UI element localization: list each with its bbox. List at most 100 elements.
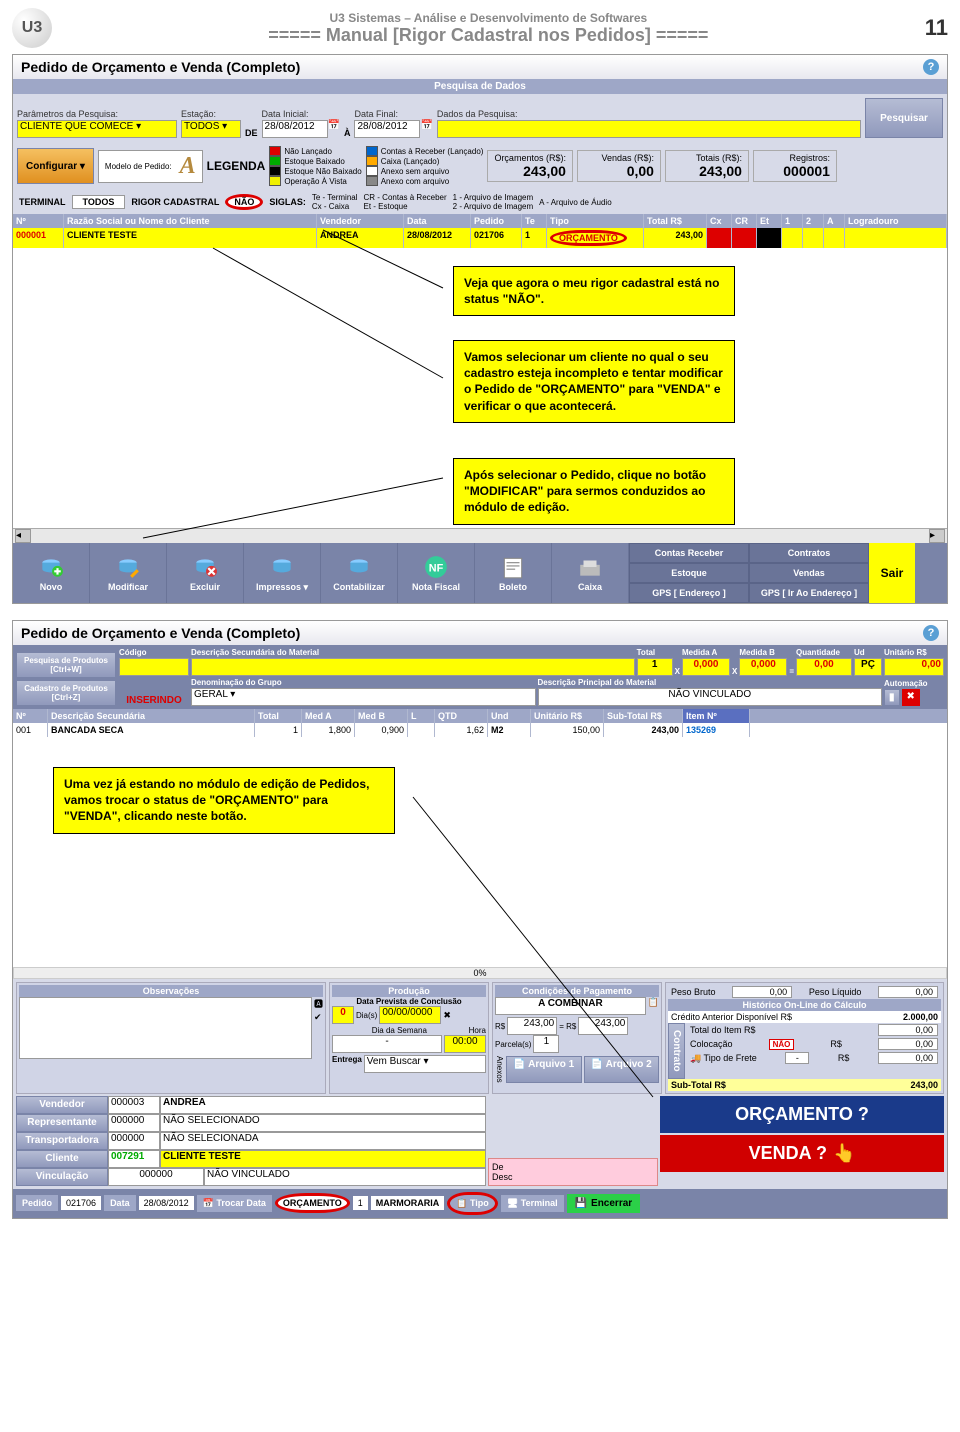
medida-a-input[interactable]: 0,000 — [682, 658, 730, 676]
excluir-button[interactable]: Excluir — [167, 543, 244, 603]
configurar-button[interactable]: Configurar ▾ — [17, 148, 94, 184]
terminal-button[interactable]: 🖥 Terminal — [501, 1195, 564, 1212]
status-marmoraria: MARMORARIA — [371, 1196, 445, 1210]
callout-3: Após selecionar o Pedido, clique no botã… — [453, 458, 735, 525]
calculo-panel: Peso Bruto0,00Peso Líquido0,00 Histórico… — [665, 982, 944, 1094]
u3-logo: U3 — [12, 8, 52, 48]
dias-input[interactable]: 0 — [332, 1006, 354, 1024]
item-row[interactable]: 001 BANCADA SECA 1 1,800 0,900 1,62 M2 1… — [13, 723, 947, 737]
vinculacao-field[interactable]: NÃO VINCULADO — [204, 1168, 486, 1186]
grupo-select[interactable]: GERAL ▾ — [191, 688, 536, 706]
nota-fiscal-button[interactable]: NFNota Fiscal — [398, 543, 475, 603]
cadastro-produtos-button[interactable]: Cadastro de Produtos [Ctrl+Z] — [16, 680, 116, 706]
scrollbar[interactable]: ◂▸ — [13, 528, 947, 543]
terminal-value[interactable]: TODOS — [72, 195, 126, 209]
obs-textarea[interactable] — [19, 997, 312, 1059]
total-input[interactable]: 1 — [637, 658, 673, 676]
entrega-select[interactable]: Vem Buscar ▾ — [364, 1055, 486, 1073]
ud-input[interactable]: PÇ — [854, 658, 882, 676]
pesquisa-header: Pesquisa de Dados — [13, 79, 947, 94]
stat-totais: Totais (R$):243,00 — [665, 150, 749, 182]
param-select[interactable]: CLIENTE QUE COMECE ▾ — [17, 120, 177, 138]
caixa-button[interactable]: Caixa — [552, 543, 629, 603]
contabilizar-button[interactable]: Contabilizar — [321, 543, 398, 603]
estacao-select[interactable]: TODOS ▾ — [181, 120, 241, 138]
venda-big-button[interactable]: VENDA ?👆 — [660, 1135, 944, 1172]
contratos-button[interactable]: Contratos — [749, 543, 869, 563]
header-subtitle: U3 Sistemas – Análise e Desenvolvimento … — [60, 11, 917, 25]
inserindo-label: INSERINDO — [119, 695, 189, 706]
font-icon[interactable]: 🅰 — [314, 997, 323, 1010]
modelo-a-icon: A — [180, 153, 196, 180]
dados-input[interactable] — [437, 120, 861, 138]
orcamento-big-button[interactable]: ORÇAMENTO ? — [660, 1096, 944, 1133]
novo-button[interactable]: Novo — [13, 543, 90, 603]
rigor-value[interactable]: NÃO — [225, 194, 263, 210]
calendar-icon[interactable]: 📅 — [420, 120, 432, 138]
window-title: Pedido de Orçamento e Venda (Completo) — [21, 59, 300, 75]
gps-ir-button[interactable]: GPS [ Ir Ao Endereço ] — [749, 583, 869, 603]
callout-1: Veja que agora o meu rigor cadastral est… — [453, 266, 735, 316]
contrato-button[interactable]: Contrato — [668, 1023, 685, 1079]
param-label: Parâmetros da Pesquisa: — [17, 109, 177, 119]
data-inicial-label: Data Inicial: — [262, 109, 340, 119]
arquivo2-button[interactable]: 📄 Arquivo 2 — [584, 1056, 660, 1083]
estoque-button[interactable]: Estoque — [629, 563, 749, 583]
automacao-scan-button[interactable]: ▮ — [884, 689, 900, 706]
medida-b-input[interactable]: 0,000 — [739, 658, 787, 676]
pagamento-panel: Condições de Pagamento A COMBINAR📋 R$243… — [492, 982, 662, 1094]
table-row[interactable]: 000001 CLIENTE TESTE ANDREA 28/08/2012 0… — [13, 228, 947, 248]
impressos-button[interactable]: Impressos ▾ — [244, 543, 321, 603]
spell-icon[interactable]: ✔ — [314, 1012, 323, 1023]
status-orcamento: ORÇAMENTO — [275, 1193, 350, 1213]
status-n: 1 — [353, 1196, 368, 1210]
representante-field[interactable]: NÃO SELECIONADO — [160, 1114, 486, 1132]
desc-label: Desc — [492, 1172, 654, 1182]
condicao-select[interactable]: A COMBINAR — [495, 997, 646, 1015]
vendedor-field[interactable]: ANDREA — [160, 1096, 486, 1114]
unitario-input[interactable]: 0,00 — [884, 658, 944, 676]
calendar-icon[interactable]: 📅 — [328, 120, 340, 138]
terminal-label: TERMINAL — [19, 197, 66, 207]
detail-icon[interactable]: 📋 — [648, 997, 659, 1015]
quantidade-input[interactable]: 0,00 — [796, 658, 852, 676]
callout-2: Vamos selecionar um cliente no qual o se… — [453, 340, 735, 423]
help-icon[interactable]: ? — [923, 625, 939, 641]
pointer-icon: 👆 — [833, 1143, 855, 1164]
clear-date-icon[interactable]: ✖ — [443, 1010, 451, 1021]
hora-input[interactable]: 00:00 — [444, 1035, 486, 1053]
toolbar: Novo Modificar Excluir Impressos ▾ Conta… — [13, 543, 947, 603]
legend-col-1: Não Lançado Estoque Baixado Estoque Não … — [269, 146, 361, 186]
gps-endereco-button[interactable]: GPS [ Endereço ] — [629, 583, 749, 603]
rigor-label: RIGOR CADASTRAL — [131, 197, 219, 207]
automacao-x-button[interactable]: ✖ — [902, 689, 920, 706]
descricao-input[interactable] — [191, 658, 635, 676]
contas-receber-button[interactable]: Contas Receber — [629, 543, 749, 563]
data-inicial-input[interactable]: 28/08/2012 — [262, 120, 328, 138]
modificar-button[interactable]: Modificar — [90, 543, 167, 603]
vendas-button[interactable]: Vendas — [749, 563, 869, 583]
pedido-value: 021706 — [61, 1196, 101, 1210]
data-final-input[interactable]: 28/08/2012 — [354, 120, 420, 138]
cliente-field[interactable]: CLIENTE TESTE — [160, 1150, 486, 1168]
encerrar-button[interactable]: 💾 Encerrar — [567, 1194, 641, 1213]
data-prevista-input[interactable]: 00/00/0000 — [379, 1006, 441, 1024]
estacao-label: Estação: — [181, 109, 241, 119]
tipo-button[interactable]: 📋 Tipo — [447, 1192, 498, 1215]
stat-vendas: Vendas (R$):0,00 — [577, 150, 661, 182]
pesquisar-button[interactable]: Pesquisar — [865, 98, 943, 138]
stat-registros: Registros:000001 — [753, 150, 837, 182]
producao-panel: Produção Data Prevista de Conclusão 0Dia… — [329, 982, 489, 1094]
arquivo1-button[interactable]: 📄 Arquivo 1 — [506, 1056, 582, 1083]
de-label: DE — [245, 128, 258, 138]
window-pedido-edicao: Pedido de Orçamento e Venda (Completo) ?… — [12, 620, 948, 1219]
help-icon[interactable]: ? — [923, 59, 939, 75]
sair-button[interactable]: Sair — [869, 543, 915, 603]
codigo-input[interactable] — [119, 658, 189, 676]
legenda-label: LEGENDA — [207, 159, 266, 173]
boleto-button[interactable]: Boleto — [475, 543, 552, 603]
transportadora-field[interactable]: NÃO SELECIONADA — [160, 1132, 486, 1150]
pesquisa-produtos-button[interactable]: Pesquisa de Produtos [Ctrl+W] — [16, 652, 116, 678]
trocar-data-button[interactable]: 📅 Trocar Data — [197, 1195, 272, 1212]
a-label: À — [344, 128, 351, 138]
